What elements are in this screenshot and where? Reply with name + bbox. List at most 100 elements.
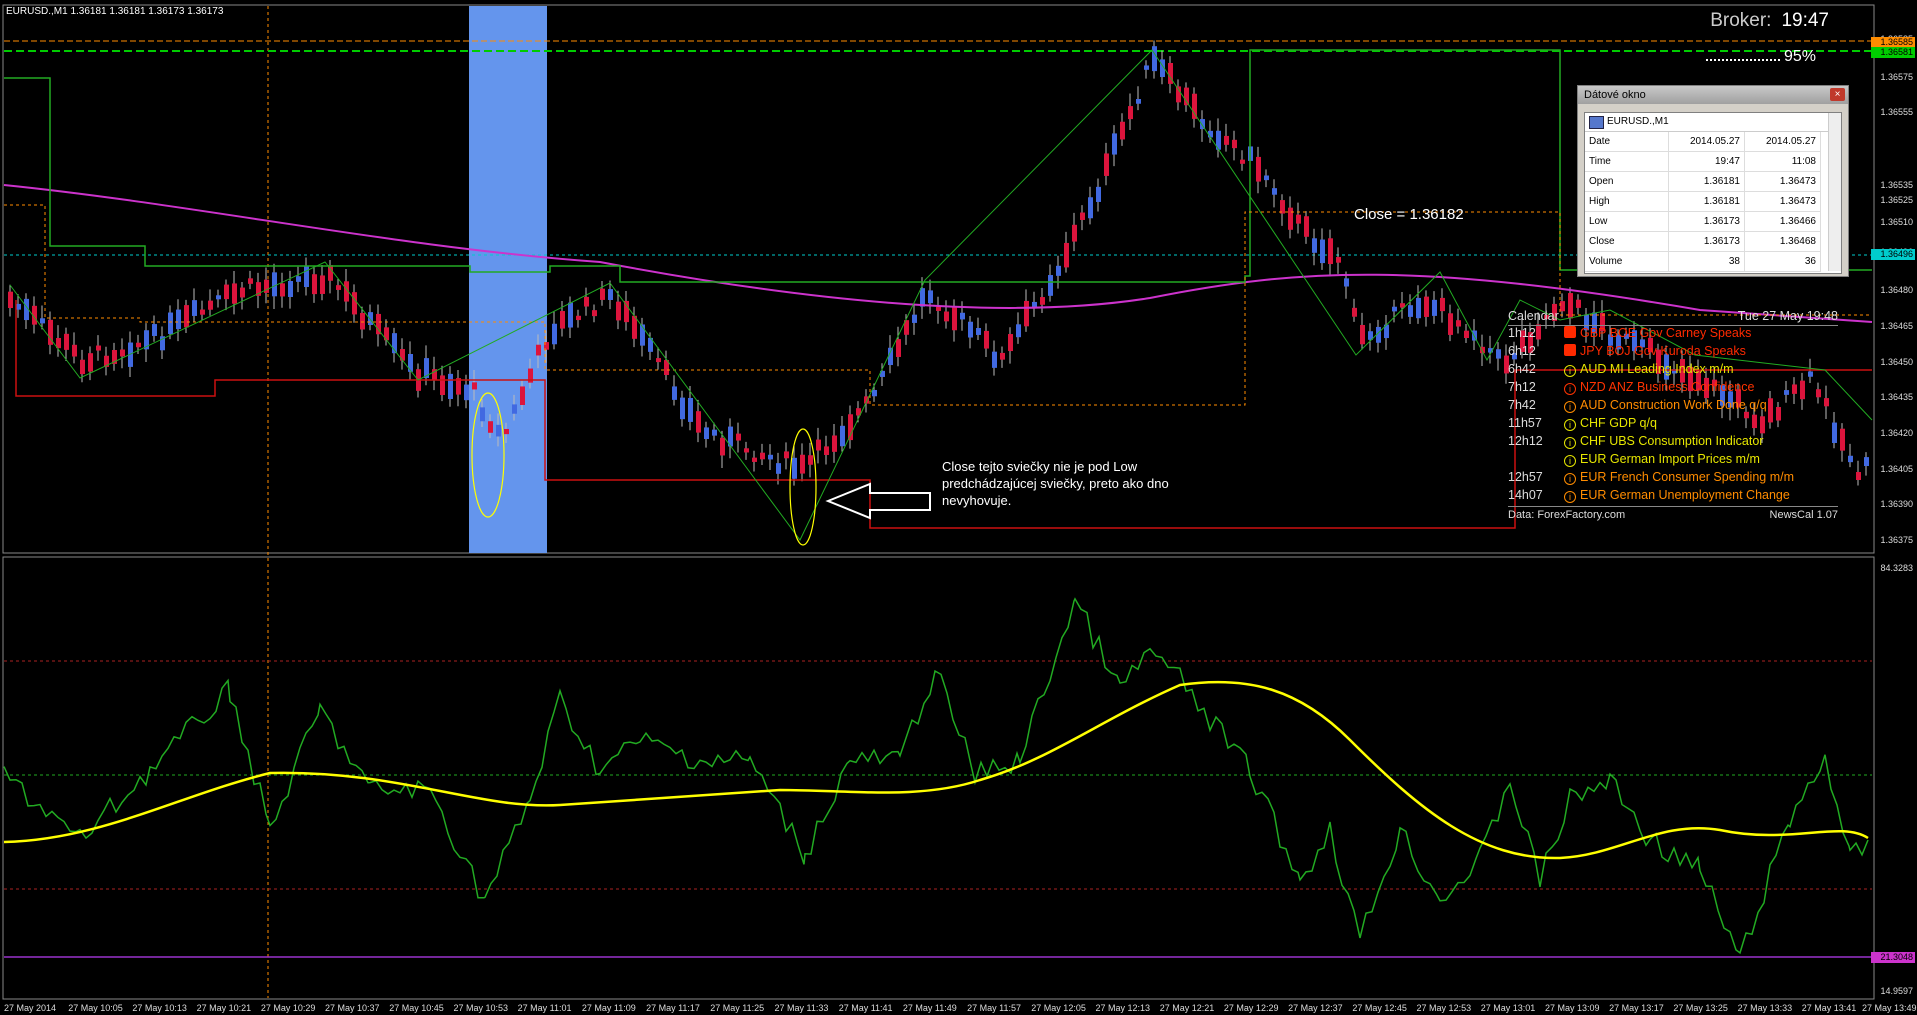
calendar-event[interactable]: 11h57 i CHF GDP q/q (1508, 416, 1838, 434)
time-axis-label: 27 May 10:13 (132, 1003, 187, 1013)
candle-body (1104, 153, 1109, 176)
event-name: MI Leading Index m/m (1609, 362, 1734, 376)
calendar-event[interactable]: 6h12 JPY BOJ Gov Kuroda Speaks (1508, 344, 1838, 362)
data-row: Volume 38 36 (1585, 251, 1821, 272)
time-axis-label: 27 May 10:21 (196, 1003, 252, 1013)
candle-body (8, 291, 13, 308)
event-name: GDP q/q (1609, 416, 1657, 430)
candle-body (752, 457, 757, 462)
candle-body (624, 300, 629, 323)
candle-body (1448, 313, 1453, 335)
price-tag: 1.36496 (1871, 249, 1915, 260)
calendar-event[interactable]: 1h12 GBP BOE Gov Carney Speaks (1508, 326, 1838, 344)
candle-body (920, 288, 925, 307)
close-annotation: Close = 1.36182 (1354, 206, 1464, 223)
event-time: 7h12 (1508, 380, 1536, 394)
candle-body (792, 457, 797, 479)
candle-body (1136, 98, 1141, 104)
osc-axis-label: 84.3283 (1880, 563, 1913, 573)
calendar-event[interactable]: 7h42 i AUD Construction Work Done q/q (1508, 398, 1838, 416)
data-cell: Open (1585, 171, 1669, 192)
candle-body (64, 333, 69, 350)
calendar-event[interactable]: 7h12 i NZD ANZ Business Confidence (1508, 380, 1838, 398)
candle-body (488, 421, 493, 433)
data-window-symbol: EURUSD.,M1 (1585, 113, 1841, 132)
event-time: 6h42 (1508, 362, 1536, 376)
candle-body (472, 382, 477, 390)
event-time: 1h12 (1508, 326, 1536, 340)
candle-body (976, 328, 981, 335)
time-axis-label: 27 May 13:25 (1673, 1003, 1728, 1013)
candle-body (96, 345, 101, 351)
candle-body (600, 288, 605, 300)
broker-label: Broker: (1710, 10, 1772, 31)
time-axis-label: 27 May 13:17 (1609, 1003, 1664, 1013)
candle-body (552, 323, 557, 345)
candle-body (480, 407, 485, 422)
time-axis-label: 27 May 13:09 (1544, 1003, 1600, 1013)
calendar-event[interactable]: 6h42 i AUD MI Leading Index m/m (1508, 362, 1838, 380)
calendar-event[interactable]: 14h07 i EUR German Unemployment Change (1508, 488, 1838, 506)
event-name: BOJ Gov Kuroda Speaks (1606, 344, 1746, 358)
candle-body (1352, 307, 1357, 317)
time-axis-label: 27 May 10:05 (68, 1003, 123, 1013)
candle-body (720, 437, 725, 456)
candle-body (1416, 297, 1421, 319)
calendar-event[interactable]: i EUR German Import Prices m/m (1508, 452, 1838, 470)
candle-body (248, 278, 253, 284)
candle-body (696, 411, 701, 433)
data-window-titlebar[interactable]: Dátové okno × (1578, 86, 1848, 104)
candle-body (1856, 472, 1861, 481)
candle-body (616, 301, 621, 321)
candle-body (216, 295, 221, 300)
candle-body (520, 386, 525, 405)
event-currency: CHF (1580, 416, 1606, 430)
candle-body (1080, 212, 1085, 220)
candle-body (944, 311, 949, 322)
progress-value: 95% (1784, 48, 1817, 65)
impact-flag-icon (1564, 326, 1576, 338)
info-icon: i (1564, 437, 1576, 449)
candle-body (88, 353, 93, 372)
event-currency: EUR (1580, 470, 1607, 484)
event-time: 7h42 (1508, 398, 1536, 412)
event-currency: AUD (1580, 362, 1607, 376)
note-line: Close tejto sviečky nie je pod Low (942, 459, 1138, 474)
calendar-events: 1h12 GBP BOE Gov Carney Speaks 6h12 JPY BOJ… (1508, 326, 1838, 506)
candle-body (152, 324, 157, 336)
candle-body (408, 353, 413, 372)
candle-body (1040, 297, 1045, 305)
event-name: UBS Consumption Indicator (1609, 434, 1764, 448)
candle-body (832, 435, 837, 452)
candle-body (1312, 238, 1317, 253)
data-cell: 1.36473 (1744, 191, 1821, 212)
candle-progress: 95% (1706, 48, 1816, 66)
price-axis-label: 1.36420 (1880, 428, 1913, 438)
event-time: 6h12 (1508, 344, 1536, 358)
candle-body (448, 373, 453, 400)
event-time: 14h07 (1508, 488, 1543, 502)
data-cell: 1.36173 (1668, 211, 1745, 232)
candle-body (1408, 305, 1413, 317)
data-window[interactable]: Dátové okno × EURUSD.,M1 Date 2014.05.27 2… (1577, 85, 1849, 277)
close-icon[interactable]: × (1830, 88, 1845, 101)
calendar-event[interactable]: 12h12 i CHF UBS Consumption Indicator (1508, 434, 1838, 452)
candle-body (568, 302, 573, 328)
candle-body (1240, 159, 1245, 164)
data-cell: 38 (1668, 251, 1745, 272)
candle-body (992, 351, 997, 368)
candle-body (464, 384, 469, 401)
event-time: 12h57 (1508, 470, 1543, 484)
candle-body (1840, 428, 1845, 451)
scrollbar[interactable] (1828, 113, 1841, 271)
candle-body (296, 276, 301, 282)
calendar-event[interactable]: 12h57 i EUR French Consumer Spending m/m (1508, 470, 1838, 488)
candle-body (1152, 46, 1157, 72)
candle-body (288, 280, 293, 297)
price-axis-label: 1.36465 (1880, 321, 1913, 331)
time-axis-label: 27 May 11:41 (838, 1003, 893, 1013)
data-cell: 1.36173 (1668, 231, 1745, 252)
candle-body (336, 285, 341, 290)
candle-body (1288, 207, 1293, 230)
data-row: Open 1.36181 1.36473 (1585, 171, 1821, 192)
